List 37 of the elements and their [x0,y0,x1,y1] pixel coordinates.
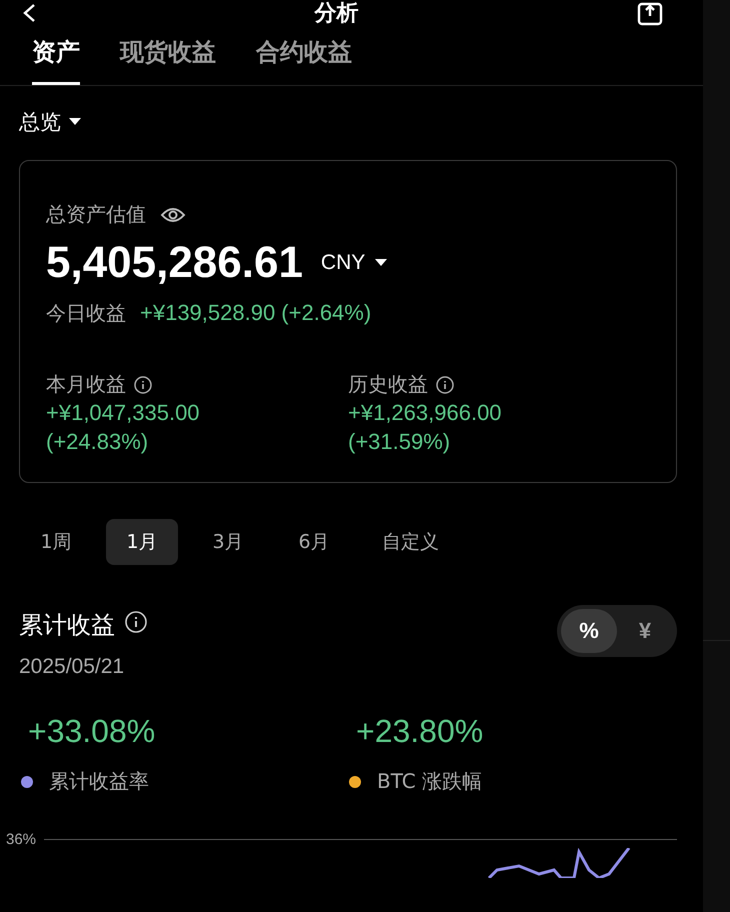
back-icon[interactable] [22,3,36,23]
date-label: 2025/05/21 [19,655,126,679]
caret-icon [69,118,81,126]
period-tab[interactable]: 6月 [278,519,350,565]
legend-label: 累计收益率 [49,768,149,795]
unit-option[interactable]: % [561,609,617,653]
period-tab[interactable]: 自定义 [364,519,457,565]
period-tab[interactable]: 1周 [20,519,92,565]
axis-label: 36% [6,831,36,848]
earnings-change: (+24.83%) [46,428,150,456]
today-earnings-label: 今日收益 [46,300,126,327]
earnings-change: (+31.59%) [348,428,452,456]
page-title: 分析 [314,0,358,28]
section-title: 累计收益 [19,610,115,641]
eye-icon[interactable] [160,206,186,224]
tab[interactable]: 资产 [32,36,80,85]
earnings-value: +¥1,047,335.00 [46,399,201,427]
metric-value: +23.80% [355,713,484,750]
earnings-label: 历史收益 [348,371,428,398]
currency-dropdown[interactable]: CNY [320,251,388,275]
metric-value: +33.08% [27,713,156,750]
earnings-label: 本月收益 [46,371,126,398]
period-tab[interactable]: 3月 [192,519,264,565]
tab[interactable]: 现货收益 [120,36,216,85]
period-tab[interactable]: 1月 [106,519,178,565]
earnings-value: +¥1,263,966.00 [348,399,503,427]
info-icon[interactable] [436,376,454,394]
caret-icon [375,259,388,267]
tab[interactable]: 合约收益 [256,36,352,85]
share-icon[interactable] [637,0,663,26]
total-assets-label: 总资产估值 [46,201,146,228]
unit-option[interactable]: ¥ [617,609,673,653]
today-earnings-value: +¥139,528.90 (+2.64%) [140,300,372,327]
info-icon[interactable] [134,376,152,394]
total-assets-value: 5,405,286.61 [46,238,303,288]
legend-label: BTC 涨跌幅 [377,768,482,795]
view-dropdown[interactable]: 总览 [19,108,81,136]
